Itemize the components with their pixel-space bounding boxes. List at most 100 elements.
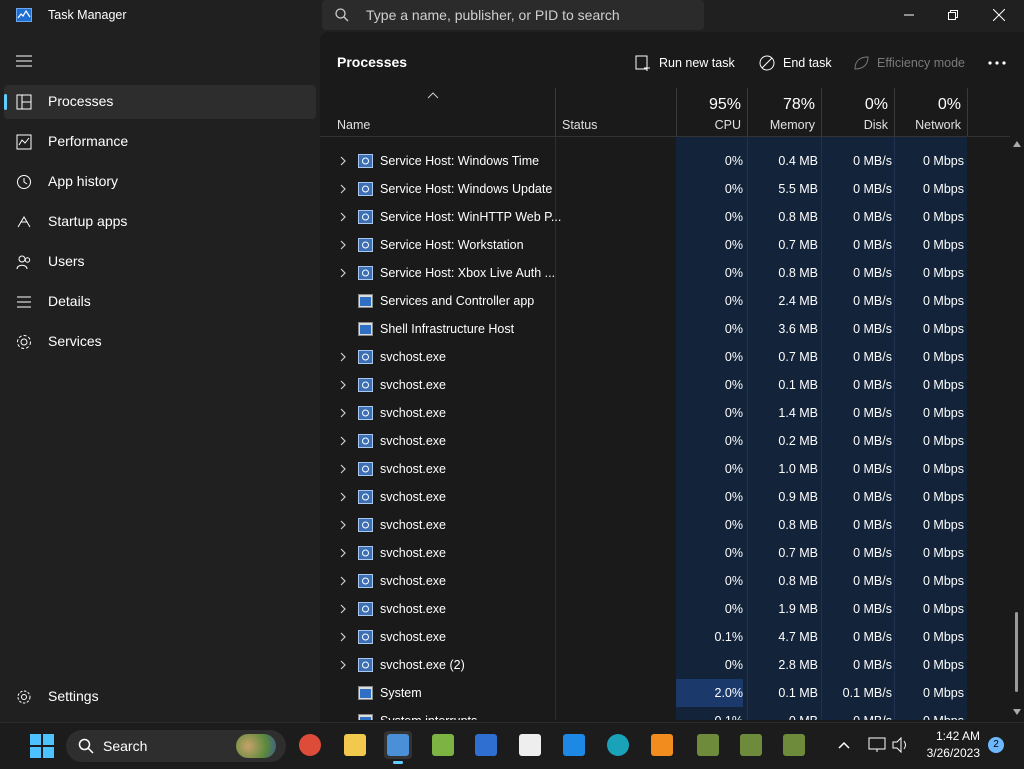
- table-row[interactable]: Service Host: Windows Update 0% 5.5 MB 0 MB…: [320, 175, 1010, 203]
- chevron-right-icon[interactable]: [338, 492, 348, 502]
- chevron-right-icon[interactable]: [338, 576, 348, 586]
- process-name: svchost.exe: [380, 434, 447, 448]
- file-explorer-icon[interactable]: [341, 731, 369, 759]
- minecraft-icon[interactable]: [694, 731, 722, 759]
- table-row[interactable]: svchost.exe 0% 0.8 MB 0 MB/s 0 Mbps: [320, 567, 1010, 595]
- edge-icon[interactable]: [604, 731, 632, 759]
- scroll-down-icon[interactable]: [1013, 709, 1021, 715]
- restore-button[interactable]: [930, 0, 976, 30]
- sidebar-item-startup-apps[interactable]: Startup apps: [4, 205, 316, 239]
- table-row[interactable]: svchost.exe 0% 0.9 MB 0 MB/s 0 Mbps: [320, 483, 1010, 511]
- hamburger-menu-icon[interactable]: [16, 54, 32, 68]
- chevron-right-icon[interactable]: [338, 240, 348, 250]
- process-disk: 0 MB/s: [853, 602, 892, 616]
- process-memory: 0.2 MB: [778, 434, 818, 448]
- vertical-scrollbar[interactable]: [1010, 137, 1024, 720]
- table-row[interactable]: Service Host: Xbox Live Auth ... 0% 0.8 MB…: [320, 259, 1010, 287]
- chevron-right-icon[interactable]: [338, 212, 348, 222]
- search-box[interactable]: [322, 0, 704, 30]
- search-tool-icon[interactable]: [648, 731, 676, 759]
- process-name: Service Host: WinHTTP Web P...: [380, 210, 562, 224]
- chevron-right-icon[interactable]: [338, 380, 348, 390]
- process-disk: 0 MB/s: [853, 518, 892, 532]
- table-row[interactable]: Service Host: Workstation 0% 0.7 MB 0 MB/s 0…: [320, 231, 1010, 259]
- table-row[interactable]: svchost.exe 0% 1.9 MB 0 MB/s 0 Mbps: [320, 595, 1010, 623]
- table-row[interactable]: svchost.exe 0% 0.2 MB 0 MB/s 0 Mbps: [320, 427, 1010, 455]
- service-host-icon: [358, 154, 373, 168]
- chevron-right-icon[interactable]: [338, 184, 348, 194]
- search-input[interactable]: [366, 0, 696, 30]
- column-header-network[interactable]: 0% Network: [895, 88, 967, 136]
- minecraft-icon[interactable]: [780, 731, 808, 759]
- sidebar-item-app-history[interactable]: App history: [4, 165, 316, 199]
- chevron-right-icon[interactable]: [338, 408, 348, 418]
- chevron-right-icon[interactable]: [338, 464, 348, 474]
- column-header-name[interactable]: Name: [320, 88, 555, 136]
- microsoft-store-icon[interactable]: [472, 731, 500, 759]
- chevron-right-icon[interactable]: [338, 604, 348, 614]
- sidebar-item-services[interactable]: Services: [4, 325, 316, 359]
- minecraft-icon[interactable]: [737, 731, 765, 759]
- table-row[interactable]: svchost.exe 0% 0.1 MB 0 MB/s 0 Mbps: [320, 371, 1010, 399]
- process-network: 0 Mbps: [923, 518, 964, 532]
- taskbar-search[interactable]: Search: [66, 730, 286, 762]
- table-row[interactable]: svchost.exe 0% 1.4 MB 0 MB/s 0 Mbps: [320, 399, 1010, 427]
- sidebar-item-users[interactable]: Users: [4, 245, 316, 279]
- sidebar-item-settings[interactable]: Settings: [4, 680, 316, 714]
- table-row[interactable]: svchost.exe 0% 0.7 MB 0 MB/s 0 Mbps: [320, 343, 1010, 371]
- table-row[interactable]: svchost.exe 0% 0.7 MB 0 MB/s 0 Mbps: [320, 539, 1010, 567]
- process-memory: 0.7 MB: [778, 350, 818, 364]
- table-row[interactable]: System 2.0% 0.1 MB 0.1 MB/s 0 Mbps: [320, 679, 1010, 707]
- table-row[interactable]: svchost.exe (2) 0% 2.8 MB 0 MB/s 0 Mbps: [320, 651, 1010, 679]
- minimize-button[interactable]: [886, 0, 932, 30]
- service-host-icon: [358, 350, 373, 364]
- network-icon[interactable]: [868, 737, 886, 753]
- chevron-right-icon[interactable]: [338, 548, 348, 558]
- sidebar-item-details[interactable]: Details: [4, 285, 316, 319]
- table-row[interactable]: Service Host: Windows Time 0% 0.4 MB 0 MB/s…: [320, 147, 1010, 175]
- table-row[interactable]: Shell Infrastructure Host 0% 3.6 MB 0 MB/s 0…: [320, 315, 1010, 343]
- chevron-right-icon[interactable]: [338, 520, 348, 530]
- startup-apps-icon: [17, 216, 31, 228]
- column-header-status[interactable]: Status: [556, 88, 676, 136]
- clock-time[interactable]: 1:42 AM: [920, 729, 980, 743]
- more-options-button[interactable]: [988, 48, 1014, 78]
- scroll-up-icon[interactable]: [1013, 141, 1021, 147]
- chevron-right-icon[interactable]: [338, 632, 348, 642]
- efficiency-mode-button[interactable]: Efficiency mode: [853, 48, 965, 78]
- table-row[interactable]: svchost.exe 0% 1.0 MB 0 MB/s 0 Mbps: [320, 455, 1010, 483]
- clock-date[interactable]: 3/26/2023: [910, 746, 980, 760]
- table-row[interactable]: Services and Controller app 0% 2.4 MB 0 MB/…: [320, 287, 1010, 315]
- task-manager-icon[interactable]: [384, 731, 412, 764]
- mail-icon[interactable]: [560, 731, 588, 759]
- scrollbar-thumb[interactable]: [1015, 612, 1018, 692]
- column-header-disk[interactable]: 0% Disk: [822, 88, 894, 136]
- show-hidden-icons-icon[interactable]: [838, 741, 850, 749]
- chevron-right-icon[interactable]: [338, 352, 348, 362]
- minecraft-launcher-icon[interactable]: [429, 731, 457, 759]
- run-new-task-button[interactable]: Run new task: [635, 48, 735, 78]
- chrome-icon[interactable]: [296, 731, 324, 759]
- chevron-right-icon[interactable]: [338, 436, 348, 446]
- process-cpu: 0.1%: [715, 714, 744, 720]
- sidebar-item-processes[interactable]: Processes: [4, 85, 316, 119]
- sidebar-item-performance[interactable]: Performance: [4, 125, 316, 159]
- windows-start-icon[interactable]: [30, 734, 54, 758]
- process-name: svchost.exe: [380, 490, 447, 504]
- table-row[interactable]: svchost.exe 0% 0.8 MB 0 MB/s 0 Mbps: [320, 511, 1010, 539]
- close-button[interactable]: [976, 0, 1022, 30]
- chevron-right-icon[interactable]: [338, 156, 348, 166]
- 7zip-icon[interactable]: [516, 731, 544, 759]
- table-row[interactable]: System interrupts 0.1% 0 MB 0 MB/s 0 Mbps: [320, 707, 1010, 720]
- process-cpu: 0%: [724, 266, 743, 280]
- column-header-memory[interactable]: 78% Memory: [748, 88, 821, 136]
- column-header-cpu[interactable]: 95% CPU: [677, 88, 747, 136]
- table-row[interactable]: svchost.exe 0.1% 4.7 MB 0 MB/s 0 Mbps: [320, 623, 1010, 651]
- end-task-button[interactable]: End task: [759, 48, 832, 78]
- chevron-right-icon[interactable]: [338, 660, 348, 670]
- table-row[interactable]: Service Host: WinHTTP Web P... 0% 0.8 MB 0 …: [320, 203, 1010, 231]
- volume-icon[interactable]: [892, 737, 910, 753]
- chevron-right-icon[interactable]: [338, 268, 348, 278]
- notification-badge[interactable]: 2: [988, 737, 1004, 753]
- sidebar-item-label: Details: [48, 293, 91, 309]
